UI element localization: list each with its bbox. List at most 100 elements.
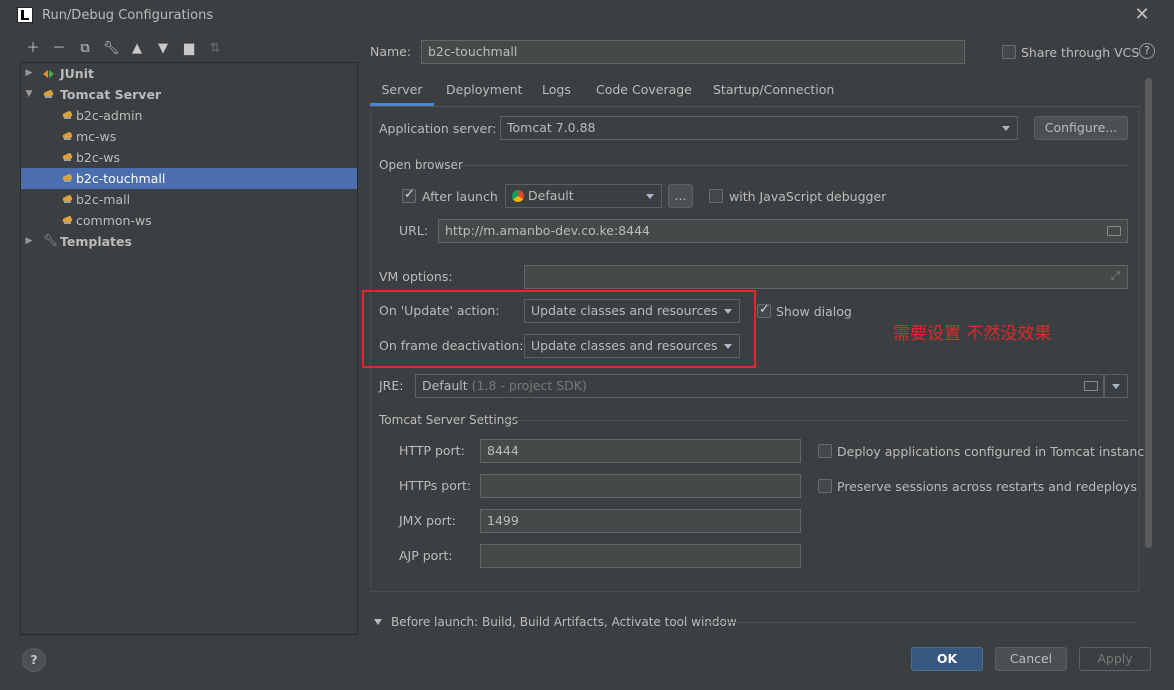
tab-startup-connection[interactable]: Startup/Connection xyxy=(713,80,834,106)
tree-group-label: Templates xyxy=(60,234,132,249)
preserve-sessions-checkbox[interactable] xyxy=(818,479,832,493)
share-checkbox[interactable] xyxy=(1002,45,1016,59)
chevron-down-icon[interactable] xyxy=(374,619,382,625)
add-icon[interactable]: ＋ xyxy=(24,40,42,58)
open-browser-divider xyxy=(462,165,1128,166)
tomcat-settings-divider xyxy=(504,420,1128,421)
tree-item-label: mc-ws xyxy=(76,129,117,144)
after-launch-label: After launch xyxy=(422,189,498,204)
window-title: Run/Debug Configurations xyxy=(42,8,214,23)
intellij-app-icon xyxy=(17,7,33,23)
url-label: URL: xyxy=(399,223,429,238)
show-dialog-checkbox[interactable] xyxy=(757,302,771,318)
sort-icon[interactable]: ⇅ xyxy=(206,40,224,58)
ok-button[interactable]: OK xyxy=(911,647,983,671)
new-folder-icon[interactable]: ▆ xyxy=(180,40,198,58)
vm-options-label: VM options: xyxy=(379,269,453,284)
annotation-text: 需要设置 不然没效果 xyxy=(893,324,1052,344)
before-launch-divider xyxy=(704,622,1136,623)
chevron-right-icon[interactable]: ▶ xyxy=(24,63,34,84)
move-up-icon[interactable]: ▲ xyxy=(128,40,146,58)
remove-icon[interactable]: － xyxy=(50,40,68,58)
jre-hint: (1.8 - project SDK) xyxy=(471,378,587,393)
expand-icon[interactable]: ⤢ xyxy=(1111,269,1120,283)
app-server-label: Application server: xyxy=(379,121,497,136)
http-port-input[interactable]: 8444 xyxy=(480,439,801,463)
https-port-label: HTTPs port: xyxy=(399,478,472,493)
before-launch-label[interactable]: Before launch: Build, Build Artifacts, A… xyxy=(391,615,737,629)
tree-group-junit[interactable]: ▶ JUnit xyxy=(21,63,357,84)
tomcat-icon xyxy=(62,110,74,122)
ajp-port-input[interactable] xyxy=(480,544,801,568)
tree-item[interactable]: common-ws xyxy=(21,210,357,231)
open-browser-label: Open browser xyxy=(379,158,463,172)
scrollbar-thumb[interactable] xyxy=(1145,78,1152,548)
tomcat-icon xyxy=(62,131,74,143)
jre-input[interactable]: Default (1.8 - project SDK) xyxy=(415,374,1104,398)
tomcat-icon xyxy=(62,194,74,206)
deploy-apps-label: Deploy applications configured in Tomcat… xyxy=(837,444,1152,459)
tab-logs[interactable]: Logs xyxy=(542,80,571,106)
name-label: Name: xyxy=(370,44,412,59)
tomcat-icon xyxy=(62,215,74,227)
after-launch-checkbox[interactable] xyxy=(402,187,416,203)
chevron-down-icon[interactable]: ▼ xyxy=(24,84,34,105)
app-server-value: Tomcat 7.0.88 xyxy=(507,120,596,135)
https-port-input[interactable] xyxy=(480,474,801,498)
browser-select[interactable]: Default xyxy=(505,184,662,208)
chevron-right-icon[interactable]: ▶ xyxy=(24,231,34,252)
tomcat-icon xyxy=(62,152,74,164)
tree-item[interactable]: b2c-admin xyxy=(21,105,357,126)
tree-item-selected[interactable]: b2c-touchmall xyxy=(21,168,357,189)
app-server-select[interactable]: Tomcat 7.0.88 xyxy=(500,116,1018,140)
browser-settings-button[interactable]: ... xyxy=(668,184,693,208)
deploy-apps-checkbox[interactable] xyxy=(818,444,832,458)
apply-button[interactable]: Apply xyxy=(1079,647,1151,671)
wrench-icon[interactable]: 🔧︎ xyxy=(102,40,120,58)
move-down-icon[interactable]: ▼ xyxy=(154,40,172,58)
help-icon[interactable]: ? xyxy=(1139,43,1155,59)
tree-item[interactable]: b2c-mall xyxy=(21,189,357,210)
chevron-down-icon xyxy=(1112,384,1120,389)
tab-code-coverage[interactable]: Code Coverage xyxy=(596,80,692,106)
junit-icon xyxy=(43,68,55,80)
tree-item[interactable]: b2c-ws xyxy=(21,147,357,168)
tree-item-label: b2c-touchmall xyxy=(76,171,166,186)
tree-item[interactable]: mc-ws xyxy=(21,126,357,147)
share-label: Share through VCS xyxy=(1021,45,1140,60)
cancel-button[interactable]: Cancel xyxy=(995,647,1067,671)
http-port-label: HTTP port: xyxy=(399,443,465,458)
url-input[interactable]: http://m.amanbo-dev.co.ke:8444 xyxy=(438,219,1128,243)
browser-value: Default xyxy=(528,188,574,203)
highlight-box xyxy=(362,290,756,368)
close-icon[interactable]: ✕ xyxy=(1133,5,1151,25)
folder-icon[interactable] xyxy=(1107,226,1121,236)
tree-group-label: JUnit xyxy=(60,66,94,81)
wrench-icon: 🔧︎ xyxy=(43,233,59,247)
jre-value: Default xyxy=(422,378,468,393)
vm-options-input[interactable] xyxy=(524,265,1128,289)
help-button[interactable]: ? xyxy=(22,648,46,672)
jre-dropdown-button[interactable] xyxy=(1104,374,1128,398)
configurations-tree[interactable]: ▶ JUnit ▼ Tomcat Server b2c-admin mc-ws … xyxy=(20,62,358,635)
show-dialog-label: Show dialog xyxy=(776,304,852,319)
js-debugger-checkbox[interactable] xyxy=(709,189,723,203)
tab-server[interactable]: Server xyxy=(370,80,434,106)
preserve-sessions-label: Preserve sessions across restarts and re… xyxy=(837,479,1137,494)
folder-icon[interactable] xyxy=(1084,381,1098,391)
chevron-down-icon xyxy=(1002,126,1010,131)
copy-icon[interactable]: ⧉ xyxy=(76,40,94,58)
tree-item-label: b2c-mall xyxy=(76,192,131,207)
tree-group-label: Tomcat Server xyxy=(60,87,162,102)
name-input[interactable]: b2c-touchmall xyxy=(421,40,965,64)
js-debugger-label: with JavaScript debugger xyxy=(729,189,887,204)
tab-deployment[interactable]: Deployment xyxy=(446,80,522,106)
chevron-down-icon xyxy=(646,194,654,199)
tree-group-tomcat-server[interactable]: ▼ Tomcat Server xyxy=(21,84,357,105)
tree-group-templates[interactable]: ▶ 🔧︎ Templates xyxy=(21,231,357,252)
tree-item-label: common-ws xyxy=(76,213,152,228)
jre-label: JRE: xyxy=(379,378,404,393)
tomcat-icon xyxy=(43,89,55,101)
configure-button[interactable]: Configure... xyxy=(1034,116,1128,140)
jmx-port-input[interactable]: 1499 xyxy=(480,509,801,533)
